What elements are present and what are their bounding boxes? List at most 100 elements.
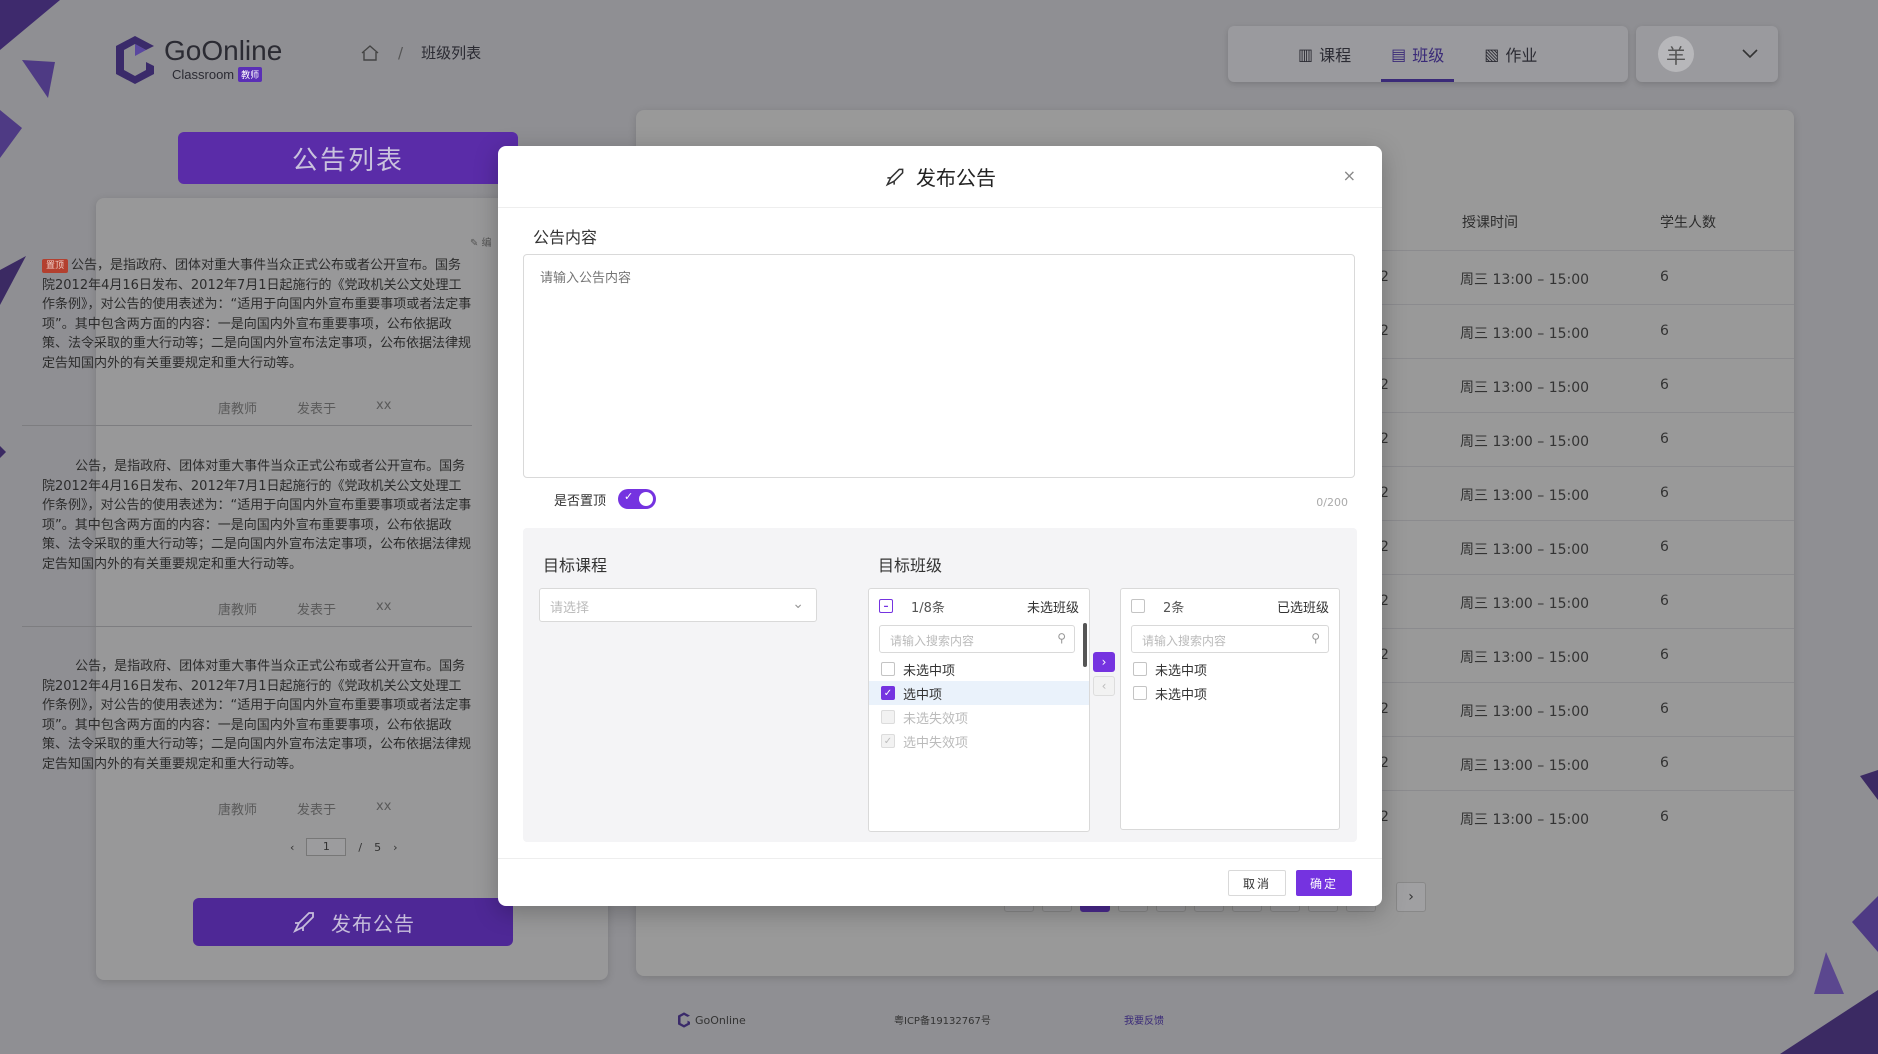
table-cell-time: 周三 13:00 – 15:00: [1460, 380, 1590, 396]
page-number-input[interactable]: 1: [306, 838, 347, 856]
select-all-checkbox[interactable]: [1131, 599, 1145, 613]
move-right-button[interactable]: ›: [1093, 652, 1115, 672]
brand-name: GoOnline: [164, 35, 283, 66]
pin-toggle[interactable]: ✓: [618, 489, 656, 509]
table-cell-count: 6: [1660, 539, 1669, 555]
source-search-input[interactable]: 请输入搜索内容 ⚲: [879, 625, 1075, 653]
footer-feedback-link[interactable]: 我要反馈: [1124, 1012, 1164, 1027]
next-page-button[interactable]: ›: [1396, 882, 1426, 912]
table-cell-time: 周三 13:00 – 15:00: [1460, 812, 1590, 828]
source-count: 1/8条: [911, 600, 945, 616]
checkbox[interactable]: [881, 662, 895, 676]
table-cell-count: 6: [1660, 485, 1669, 501]
table-row[interactable]: 2 周三 13:00 – 15:00 6: [1380, 682, 1794, 736]
cancel-button[interactable]: 取消: [1228, 870, 1286, 896]
table-row[interactable]: 2 周三 13:00 – 15:00 6: [1380, 250, 1794, 304]
table-row[interactable]: 2 周三 13:00 – 15:00 6: [1380, 628, 1794, 682]
dialog-header: 发布公告 ×: [498, 146, 1382, 208]
transfer-item-disabled: 未选失效项: [869, 705, 1089, 729]
course-select-placeholder: 请选择: [550, 601, 590, 616]
table-row[interactable]: 2 周三 13:00 – 15:00 6: [1380, 520, 1794, 574]
table-cell-time: 周三 13:00 – 15:00: [1460, 650, 1590, 666]
target-title: 已选班级: [1276, 600, 1329, 616]
announcement-author: 唐教师: [218, 402, 258, 417]
rocket-icon: [885, 168, 904, 186]
announcement-author: 唐教师: [218, 603, 258, 618]
checkbox-disabled-checked: ✓: [881, 734, 895, 748]
course-select[interactable]: 请选择 ⌄: [539, 588, 817, 622]
table-row[interactable]: 2 周三 13:00 – 15:00 6: [1380, 412, 1794, 466]
content-label: 公告内容: [533, 228, 598, 247]
transfer-item[interactable]: 未选中项: [869, 657, 1089, 681]
tab-class-label: 班级: [1412, 46, 1445, 65]
table-cell-time: 周三 13:00 – 15:00: [1460, 272, 1590, 288]
chevron-left-icon[interactable]: ‹: [290, 841, 294, 854]
close-icon[interactable]: ×: [1343, 166, 1356, 185]
announcement-item[interactable]: 公告，是指政府、团体对重大事件当众正式公布或者公开宣布。国务院2012年4月16…: [22, 457, 472, 627]
tab-class[interactable]: ▤ 班级: [1381, 26, 1455, 82]
announcement-posted-label: 发表于: [297, 803, 337, 818]
brand-sub: Classroom: [172, 67, 235, 82]
select-all-checkbox[interactable]: –: [879, 599, 893, 613]
search-icon: ⚲: [1057, 631, 1066, 645]
footer-brand: GoOnline: [678, 1012, 746, 1028]
table-row[interactable]: 2 周三 13:00 – 15:00 6: [1380, 790, 1794, 844]
tab-course-label: 课程: [1319, 46, 1352, 65]
tab-homework[interactable]: ▧ 作业: [1484, 26, 1537, 82]
role-badge: 教师: [238, 67, 263, 82]
edit-hint[interactable]: ✎ 编: [470, 234, 492, 249]
table-cell-count: 6: [1660, 323, 1669, 339]
breadcrumb-current: 班级列表: [421, 44, 482, 62]
class-label: 目标班级: [878, 556, 943, 575]
table-row[interactable]: 2 周三 13:00 – 15:00 6: [1380, 466, 1794, 520]
scrollbar[interactable]: [1083, 623, 1087, 667]
checkbox[interactable]: [1133, 686, 1147, 700]
homework-icon: ▧: [1484, 44, 1500, 64]
move-left-button[interactable]: ‹: [1093, 676, 1115, 696]
confirm-button[interactable]: 确定: [1296, 870, 1352, 896]
transfer-item-selected[interactable]: ✓ 选中项: [869, 681, 1089, 705]
user-menu[interactable]: 羊: [1636, 26, 1778, 82]
transfer-item[interactable]: 未选中项: [1121, 681, 1339, 705]
brand-logo[interactable]: GoOnline Classroom 教师: [116, 36, 282, 84]
target-search-input[interactable]: 请输入搜索内容 ⚲: [1131, 625, 1329, 653]
tab-course[interactable]: ▥ 课程: [1298, 26, 1351, 82]
table-cell-time: 周三 13:00 – 15:00: [1460, 326, 1590, 342]
announcement-time: xx: [376, 398, 392, 413]
avatar: 羊: [1658, 36, 1694, 72]
announcement-text: 公告，是指政府、团体对重大事件当众正式公布或者公开宣布。国务院2012年4月16…: [42, 659, 472, 772]
announcement-item[interactable]: 置顶 公告，是指政府、团体对重大事件当众正式公布或者公开宣布。国务院2012年4月…: [22, 256, 472, 426]
table-row[interactable]: 2 周三 13:00 – 15:00 6: [1380, 736, 1794, 790]
target-section: 目标课程 请选择 ⌄ 目标班级 – 1/8条 未选班级 请输入搜索内容 ⚲ 未选…: [523, 528, 1357, 842]
table-cell-time: 周三 13:00 – 15:00: [1460, 542, 1590, 558]
table-cell-time: 周三 13:00 – 15:00: [1460, 434, 1590, 450]
checkbox[interactable]: [1133, 662, 1147, 676]
table-row[interactable]: 2 周三 13:00 – 15:00 6: [1380, 304, 1794, 358]
rocket-icon: [292, 912, 314, 934]
page-total: 5: [374, 840, 382, 854]
logo-mark-icon: [678, 1012, 690, 1028]
publish-announcement-button[interactable]: 发布公告: [193, 898, 513, 946]
home-icon[interactable]: [360, 44, 380, 62]
transfer-item[interactable]: 未选中项: [1121, 657, 1339, 681]
dialog-title: 发布公告: [916, 166, 996, 190]
chevron-right-icon[interactable]: ›: [393, 841, 397, 854]
transfer-item-disabled: ✓ 选中失效项: [869, 729, 1089, 753]
checkbox-checked[interactable]: ✓: [881, 686, 895, 700]
announcement-item[interactable]: 公告，是指政府、团体对重大事件当众正式公布或者公开宣布。国务院2012年4月16…: [42, 657, 472, 818]
table-row[interactable]: 2 周三 13:00 – 15:00 6: [1380, 574, 1794, 628]
announcement-posted-label: 发表于: [297, 603, 337, 618]
announcement-author: 唐教师: [218, 803, 258, 818]
transfer-source-panel: – 1/8条 未选班级 请输入搜索内容 ⚲ 未选中项 ✓ 选中项 未选失效项 ✓ 选…: [868, 588, 1090, 832]
search-icon: ⚲: [1311, 631, 1320, 645]
pinned-badge: 置顶: [42, 259, 69, 273]
announcement-time: xx: [376, 799, 392, 814]
checkbox-disabled: [881, 710, 895, 724]
page-separator: /: [358, 840, 363, 854]
footer-icp[interactable]: 粤ICP备19132767号: [894, 1012, 991, 1027]
announcement-content-input[interactable]: [523, 254, 1355, 478]
table-row[interactable]: 2 周三 13:00 – 15:00 6: [1380, 358, 1794, 412]
announcement-list-title: 公告列表: [178, 132, 518, 184]
publish-label: 发布公告: [331, 911, 415, 936]
book-icon: ▥: [1298, 44, 1314, 64]
